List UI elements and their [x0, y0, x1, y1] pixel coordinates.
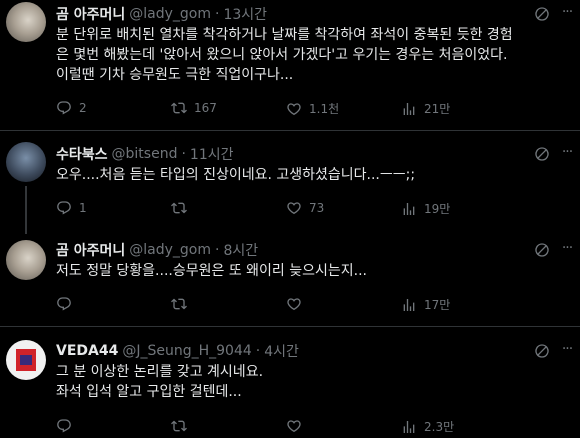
separator-dot: ·: [215, 242, 220, 258]
thread-line: [25, 186, 27, 234]
separator-dot: ·: [215, 6, 220, 22]
reply-count: 2: [79, 101, 87, 115]
separator-dot: ·: [181, 146, 186, 162]
views-icon: [401, 419, 417, 435]
user-handle[interactable]: @lady_gom: [129, 6, 211, 22]
user-handle[interactable]: @J_Seung_H_9044: [122, 343, 251, 359]
reply-button[interactable]: 2: [56, 100, 87, 116]
views-icon: [401, 297, 417, 313]
display-name[interactable]: VEDA44: [56, 343, 118, 359]
reply-icon: [56, 418, 72, 434]
like-button[interactable]: 1.1천: [286, 100, 339, 117]
like-icon: [286, 200, 302, 216]
view-count: 2.3만: [424, 420, 455, 434]
grok-icon[interactable]: [534, 343, 550, 359]
view-count: 21만: [424, 102, 451, 116]
views-icon: [401, 101, 417, 117]
views-button[interactable]: 19만: [401, 200, 450, 217]
avatar-logo-inner: [20, 355, 32, 365]
view-count: 17만: [424, 298, 451, 312]
like-button[interactable]: [286, 418, 309, 434]
action-bar: 2.3만: [56, 418, 570, 438]
more-icon[interactable]: ···: [558, 342, 576, 360]
like-icon: [286, 418, 302, 434]
tweet[interactable]: 곰 아주머니 @lady_gom · 13시간 ··· 분 단위로 배치된 열차…: [0, 0, 580, 126]
views-button[interactable]: 17만: [401, 296, 450, 313]
tweet[interactable]: 곰 아주머니 @lady_gom · 8시간 ··· 저도 정말 당황을....…: [0, 232, 580, 324]
view-count: 19만: [424, 202, 451, 216]
retweet-button[interactable]: [171, 200, 194, 216]
retweet-button[interactable]: 167: [171, 100, 217, 116]
grok-icon[interactable]: [534, 6, 550, 22]
avatar[interactable]: [6, 2, 46, 42]
avatar[interactable]: [6, 142, 46, 182]
like-icon: [286, 296, 302, 312]
tweet[interactable]: 수타북스 @bitsend · 11시간 ··· 오우....처음 듣는 타입의…: [0, 132, 580, 232]
action-bar: 17만: [56, 296, 570, 316]
retweet-button[interactable]: [171, 296, 194, 312]
action-bar: 2 167 1.1천 21만: [56, 100, 570, 120]
tweet-text: 분 단위로 배치된 열차를 착각하거나 날짜를 착각하여 좌석이 중복된 듯한 …: [56, 27, 513, 83]
timestamp[interactable]: 11시간: [190, 144, 234, 164]
tweet-text: 오우....처음 듣는 타입의 진상이네요. 고생하셨습니다...ㅡㅡ;;: [56, 167, 416, 183]
views-button[interactable]: 21만: [401, 100, 450, 117]
reply-icon: [56, 100, 72, 116]
action-bar: 1 73 19만: [56, 200, 570, 220]
more-icon[interactable]: ···: [558, 241, 576, 259]
like-button[interactable]: [286, 296, 309, 312]
retweet-icon: [171, 200, 187, 216]
views-icon: [401, 201, 417, 217]
avatar[interactable]: [6, 340, 46, 380]
divider: [0, 130, 580, 131]
retweet-count: 167: [194, 101, 217, 115]
more-icon[interactable]: ···: [558, 5, 576, 23]
retweet-button[interactable]: [171, 418, 194, 434]
grok-icon[interactable]: [534, 146, 550, 162]
retweet-icon: [171, 418, 187, 434]
timestamp[interactable]: 8시간: [223, 240, 258, 260]
avatar[interactable]: [6, 240, 46, 280]
tweet-text: 그 분 이상한 논리를 갖고 계시네요. 좌석 입석 알고 구입한 걸텐데...: [56, 364, 264, 400]
tweet[interactable]: VEDA44 @J_Seung_H_9044 · 4시간 ··· 그 분 이상한…: [0, 328, 580, 438]
reply-button[interactable]: [56, 418, 79, 434]
display-name[interactable]: 수타북스: [56, 144, 108, 164]
retweet-icon: [171, 296, 187, 312]
timestamp[interactable]: 13시간: [223, 4, 267, 24]
reply-count: 1: [79, 201, 87, 215]
display-name[interactable]: 곰 아주머니: [56, 4, 125, 24]
like-count: 73: [309, 201, 325, 215]
reply-icon: [56, 296, 72, 312]
retweet-icon: [171, 100, 187, 116]
like-count: 1.1천: [309, 102, 340, 116]
like-icon: [286, 101, 302, 117]
reply-button[interactable]: [56, 296, 79, 312]
user-handle[interactable]: @bitsend: [112, 146, 178, 162]
user-handle[interactable]: @lady_gom: [129, 242, 211, 258]
separator-dot: ·: [255, 343, 261, 359]
tweet-text: 저도 정말 당황을....승무원은 또 왜이리 늦으시는지...: [56, 263, 368, 279]
divider: [0, 326, 580, 327]
views-button[interactable]: 2.3만: [401, 418, 454, 435]
timestamp[interactable]: 4시간: [264, 341, 299, 361]
more-icon[interactable]: ···: [558, 145, 576, 163]
reply-icon: [56, 200, 72, 216]
grok-icon[interactable]: [534, 242, 550, 258]
like-button[interactable]: 73: [286, 200, 324, 216]
reply-button[interactable]: 1: [56, 200, 87, 216]
display-name[interactable]: 곰 아주머니: [56, 240, 125, 260]
